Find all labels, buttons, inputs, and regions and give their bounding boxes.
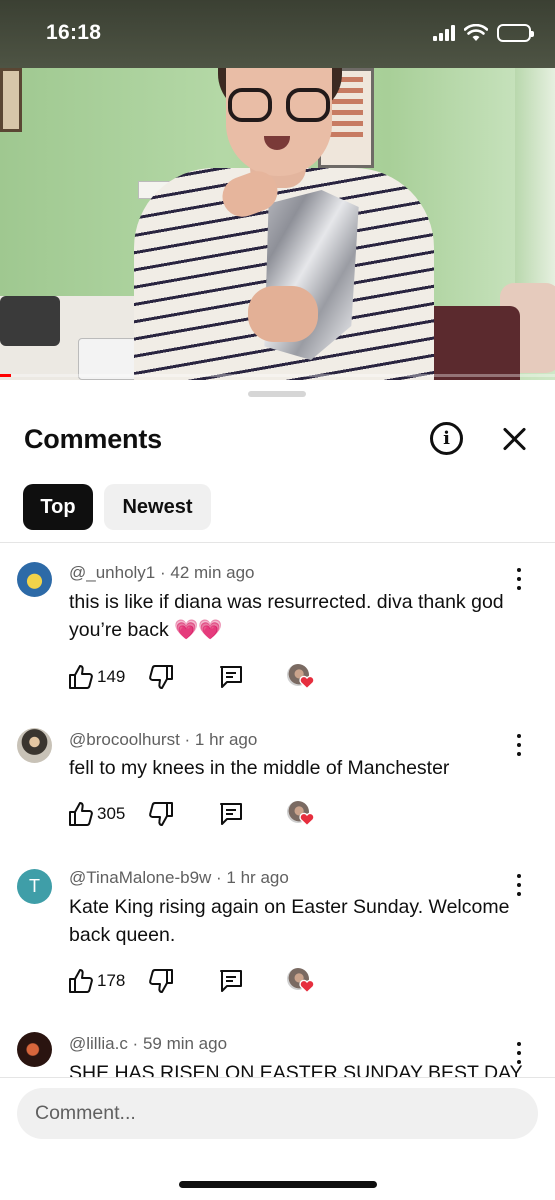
- avatar[interactable]: [17, 728, 52, 763]
- thumb-down-icon: [149, 665, 173, 689]
- comment-author[interactable]: @TinaMalone-b9w: [69, 868, 211, 887]
- comment-input[interactable]: Comment...: [17, 1088, 538, 1139]
- comment-text: SHE HAS RISEN ON EASTER SUNDAY BEST DAY: [69, 1062, 523, 1078]
- avatar[interactable]: [17, 1032, 52, 1067]
- avatar[interactable]: [17, 562, 52, 597]
- tab-newest[interactable]: Newest: [104, 484, 211, 530]
- thumb-up-icon: [69, 969, 93, 993]
- status-bar: 16:18: [0, 0, 555, 68]
- comment-author[interactable]: @lillia.c: [69, 1034, 128, 1053]
- thumb-down-icon: [149, 969, 173, 993]
- wifi-icon: [464, 24, 488, 41]
- dislike-button[interactable]: [148, 968, 174, 994]
- reply-icon: [220, 970, 242, 992]
- wall-picture: [0, 68, 22, 132]
- more-vert-icon[interactable]: [512, 568, 526, 590]
- thumb-up-icon: [69, 665, 93, 689]
- status-time: 16:18: [46, 21, 102, 44]
- like-button[interactable]: 178: [68, 968, 125, 994]
- info-icon[interactable]: i: [430, 422, 463, 455]
- creator-heart: [287, 664, 315, 692]
- like-button[interactable]: 305: [68, 801, 125, 827]
- cellular-signal-icon: [433, 25, 455, 41]
- thumb-up-icon: [69, 802, 93, 826]
- sheet-title: Comments: [24, 424, 162, 454]
- comment-actions: 149: [68, 664, 328, 690]
- video-player[interactable]: [0, 68, 555, 380]
- comment-actions: 178: [68, 968, 328, 994]
- comment-time: 42 min ago: [170, 563, 255, 582]
- comment-input-placeholder: Comment...: [35, 1102, 136, 1124]
- reply-icon: [220, 666, 242, 688]
- reply-icon: [220, 803, 242, 825]
- comment-text: this is like if diana was resurrected. d…: [69, 591, 504, 641]
- dislike-button[interactable]: [148, 801, 174, 827]
- like-count: 305: [97, 804, 126, 823]
- comment-text: Kate King rising again on Easter Sunday.…: [69, 896, 510, 946]
- comment-time: 1 hr ago: [194, 730, 258, 749]
- creator-heart-icon: [299, 979, 315, 994]
- comment-time: 1 hr ago: [226, 868, 289, 887]
- comments-sheet: Comments i Top Newest @_unholy1 · 42 min…: [0, 380, 555, 1200]
- video-progress-bar[interactable]: [0, 374, 555, 377]
- comment-list[interactable]: @_unholy1 · 42 min ago this is like if d…: [0, 543, 555, 1078]
- reply-button[interactable]: [218, 968, 244, 994]
- like-count: 178: [97, 971, 126, 990]
- comment-meta: @lillia.c · 59 min ago: [69, 1034, 228, 1053]
- like-count: 149: [97, 667, 126, 686]
- comment-author[interactable]: @brocoolhurst: [69, 730, 180, 749]
- battery-icon: [497, 24, 534, 42]
- reply-button[interactable]: [218, 801, 244, 827]
- comment-time: 59 min ago: [142, 1034, 228, 1053]
- comment-text: fell to my knees in the middle of Manche…: [69, 757, 450, 779]
- video-progress-fill: [0, 374, 12, 377]
- more-vert-icon[interactable]: [512, 1042, 526, 1064]
- thumb-down-icon: [149, 802, 173, 826]
- comment-meta: @TinaMalone-b9w · 1 hr ago: [69, 868, 289, 887]
- creator-heart: [287, 968, 315, 996]
- tab-top[interactable]: Top: [23, 484, 93, 530]
- creator-heart-icon: [299, 812, 315, 827]
- more-vert-icon[interactable]: [512, 734, 526, 756]
- drag-handle[interactable]: [248, 391, 306, 397]
- home-indicator[interactable]: [179, 1181, 377, 1188]
- avatar[interactable]: T: [17, 869, 52, 904]
- creator-heart: [287, 801, 315, 829]
- comment-actions: 305: [68, 801, 328, 827]
- comment-author[interactable]: @_unholy1: [69, 563, 155, 582]
- comment-meta: @_unholy1 · 42 min ago: [69, 563, 255, 582]
- dislike-button[interactable]: [148, 664, 174, 690]
- creator-heart-icon: [299, 675, 315, 690]
- like-button[interactable]: 149: [68, 664, 125, 690]
- divider: [0, 1077, 555, 1078]
- more-vert-icon[interactable]: [512, 874, 526, 896]
- status-icons: [433, 24, 534, 42]
- reply-button[interactable]: [218, 664, 244, 690]
- close-icon[interactable]: [499, 424, 529, 454]
- comment-meta: @brocoolhurst · 1 hr ago: [69, 730, 258, 749]
